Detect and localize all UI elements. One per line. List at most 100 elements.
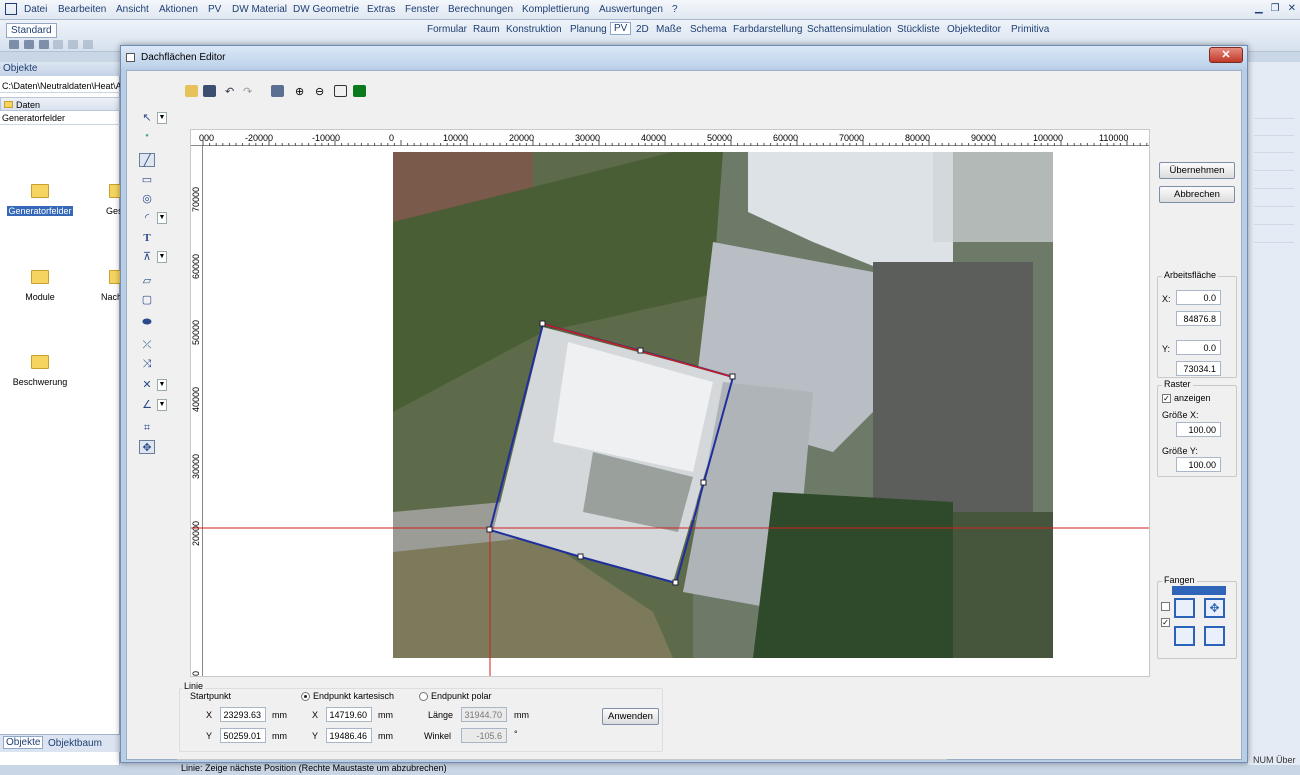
print-icon[interactable] — [271, 85, 284, 97]
anwenden-button[interactable]: Anwenden — [602, 708, 659, 725]
zoom-in-icon[interactable]: ⊕ — [295, 85, 308, 98]
line-tool-icon[interactable]: ╱ — [139, 153, 155, 167]
menu-extras[interactable]: Extras — [367, 4, 395, 15]
arc-tool-icon[interactable]: ◜ — [139, 211, 155, 225]
workspace-x-max-field[interactable]: 84876.8 — [1176, 311, 1221, 326]
vertex-handle[interactable] — [577, 553, 584, 560]
angle-field[interactable]: -105.6 — [461, 728, 507, 743]
zoom-extents-icon[interactable] — [334, 85, 347, 97]
grid-tool-icon[interactable]: ⌗ — [139, 421, 155, 435]
open-icon[interactable] — [23, 39, 34, 49]
roof-outline[interactable] — [489, 322, 735, 585]
chevron-down-icon[interactable]: ▼ — [157, 112, 167, 124]
color-swatch[interactable] — [353, 85, 366, 97]
endpoint-cartesian-radio[interactable] — [301, 692, 310, 701]
cut-icon[interactable] — [53, 39, 64, 49]
menu-komplettierung[interactable]: Komplettierung — [522, 4, 589, 15]
vertex-handle[interactable] — [486, 526, 493, 533]
menu-help[interactable]: ? — [672, 4, 678, 15]
snap-grid-icon[interactable] — [1204, 626, 1225, 646]
dialog-close-button[interactable]: ✕ — [1209, 47, 1243, 63]
tab-formular[interactable]: Formular — [427, 24, 467, 35]
menu-bearbeiten[interactable]: Bearbeiten — [58, 4, 106, 15]
folder-beschwerung[interactable]: Beschwerung — [0, 355, 80, 387]
tab-schattensimulation[interactable]: Schattensimulation — [807, 24, 892, 35]
tab-objektbaum[interactable]: Objektbaum — [48, 738, 102, 749]
objects-path[interactable]: C:\Daten\Neutraldaten\Heat\A — [0, 80, 120, 93]
move-tool-icon[interactable]: ✥ — [139, 440, 155, 454]
menu-datei[interactable]: Datei — [24, 4, 47, 15]
select-arrow-icon[interactable]: ↖ — [139, 111, 155, 125]
tab-objekteditor[interactable]: Objekteditor — [947, 24, 1001, 35]
point-icon[interactable]: ● — [139, 129, 155, 143]
end-y-field[interactable]: 19486.46 — [326, 728, 372, 743]
workspace-y-max-field[interactable]: 73034.1 — [1176, 361, 1221, 376]
rectangle-tool-icon[interactable]: ▭ — [139, 173, 155, 187]
start-y-field[interactable]: 50259.01 — [220, 728, 266, 743]
chevron-down-icon[interactable]: ▼ — [157, 399, 167, 411]
angle-tool-icon[interactable]: ∠ — [139, 398, 155, 412]
menu-auswertungen[interactable]: Auswertungen — [599, 4, 663, 15]
chevron-down-icon[interactable]: ▼ — [157, 212, 167, 224]
paste-icon[interactable] — [82, 39, 93, 49]
objects-root-folder[interactable]: Daten — [0, 97, 120, 111]
workspace-y-min-field[interactable]: 0.0 — [1176, 340, 1221, 355]
restore-icon[interactable]: ❐ — [1271, 3, 1280, 14]
close-icon[interactable]: ✕ — [1288, 3, 1296, 14]
snap-midpoint-icon[interactable] — [1174, 626, 1195, 646]
toolbar-profile-label[interactable]: Standard — [6, 23, 57, 38]
end-x-field[interactable]: 14719.60 — [326, 707, 372, 722]
save-icon[interactable] — [203, 85, 216, 97]
polygon-tool-icon[interactable]: ▱ — [139, 274, 155, 288]
extend-tool-icon[interactable]: ⤨ — [139, 357, 155, 371]
objects-current-folder[interactable]: Generatorfelder — [0, 112, 120, 125]
vertex-handle[interactable] — [539, 320, 546, 327]
shape-tool-icon[interactable]: ▢ — [139, 293, 155, 307]
grid-size-x-field[interactable]: 100.00 — [1176, 422, 1221, 437]
tab-pv[interactable]: PV — [610, 22, 632, 35]
circle-tool-icon[interactable]: ◎ — [139, 192, 155, 206]
folder-module[interactable]: Module — [0, 270, 80, 302]
menu-dw-geometrie[interactable]: DW Geometrie — [293, 4, 359, 15]
vertex-handle[interactable] — [637, 347, 644, 354]
grid-size-y-field[interactable]: 100.00 — [1176, 457, 1221, 472]
save-icon[interactable] — [38, 39, 49, 49]
tab-konstruktion[interactable]: Konstruktion — [506, 24, 562, 35]
menu-ansicht[interactable]: Ansicht — [116, 4, 149, 15]
snap-endpoint-icon[interactable] — [1174, 598, 1195, 618]
folder-generatorfelder[interactable]: Generatorfelder — [0, 184, 80, 216]
tab-objekte[interactable]: Objekte — [3, 736, 44, 749]
endpoint-polar-radio[interactable] — [419, 692, 428, 701]
chevron-down-icon[interactable]: ▼ — [157, 379, 167, 391]
snap-center-icon[interactable]: ✥ — [1204, 598, 1225, 618]
menu-dw-material[interactable]: DW Material — [232, 4, 287, 15]
tab-farbdarstellung[interactable]: Farbdarstellung — [733, 24, 802, 35]
undo-icon[interactable]: ↶ — [225, 85, 238, 98]
tab-schema[interactable]: Schema — [690, 24, 727, 35]
snap-option-checkbox[interactable]: ✓ — [1161, 618, 1170, 627]
minimize-icon[interactable]: ▁ — [1255, 3, 1263, 14]
copy-icon[interactable] — [68, 39, 79, 49]
app-icon[interactable] — [5, 3, 17, 15]
grid-show-checkbox[interactable]: ✓ — [1162, 394, 1171, 403]
menu-aktionen[interactable]: Aktionen — [159, 4, 198, 15]
vertex-handle[interactable] — [700, 479, 707, 486]
snap-option-checkbox[interactable] — [1161, 602, 1170, 611]
open-icon[interactable] — [185, 85, 198, 97]
tab-planung[interactable]: Planung — [570, 24, 607, 35]
text-tool-icon[interactable]: T — [139, 231, 155, 245]
tab-masse[interactable]: Maße — [656, 24, 682, 35]
cross-tool-icon[interactable]: ✕ — [139, 378, 155, 392]
trim-tool-icon[interactable]: ⤫ — [139, 338, 155, 352]
menu-pv[interactable]: PV — [208, 4, 221, 15]
drawing-canvas[interactable]: 000 -20000 -10000 0 10000 20000 30000 40… — [190, 129, 1150, 677]
tab-2d[interactable]: 2D — [636, 24, 649, 35]
new-icon[interactable] — [9, 39, 19, 49]
vertex-handle[interactable] — [729, 373, 736, 380]
dimension-tool-icon[interactable]: ⊼ — [139, 250, 155, 264]
menu-berechnungen[interactable]: Berechnungen — [448, 4, 513, 15]
apply-button[interactable]: Übernehmen — [1159, 162, 1235, 179]
cancel-button[interactable]: Abbrechen — [1159, 186, 1235, 203]
vertex-handle[interactable] — [672, 579, 679, 586]
workspace-x-min-field[interactable]: 0.0 — [1176, 290, 1221, 305]
